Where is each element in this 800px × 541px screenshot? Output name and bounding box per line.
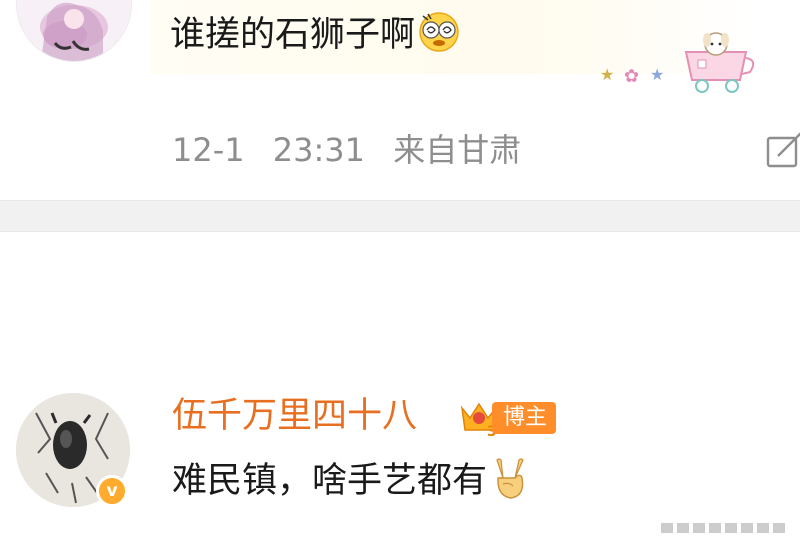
comment-text-content: 难民镇，啥手艺都有 <box>172 461 488 501</box>
comment-text: 难民镇，啥手艺都有 <box>172 456 531 505</box>
tea-cup-dog-sticker: ★ ✿ ★ <box>598 28 758 94</box>
comment-meta: 12-1 23:31 来自甘肃 <box>172 128 521 172</box>
avatar[interactable] <box>16 0 132 62</box>
comment-location: 来自甘肃 <box>393 131 522 169</box>
blogger-badge: 博主 <box>492 402 557 434</box>
dizzy-face-emoji-icon <box>417 10 461 54</box>
edit-icon[interactable] <box>764 130 800 170</box>
verified-badge-icon: v <box>96 475 128 507</box>
comment-date: 12-1 <box>172 131 245 169</box>
svg-text:★: ★ <box>600 65 614 84</box>
comment-time: 23:31 <box>272 131 366 169</box>
victory-hand-emoji-icon <box>489 456 531 500</box>
comment-username[interactable]: 伍千万里四十八 <box>172 393 417 439</box>
scroll-indicator <box>661 520 793 534</box>
svg-text:★: ★ <box>650 65 664 84</box>
comment-text-content: 谁搓的石狮子啊 <box>170 15 416 55</box>
section-divider <box>0 200 800 232</box>
comment-text: 谁搓的石狮子啊 <box>170 10 461 59</box>
svg-text:✿: ✿ <box>624 66 639 87</box>
comment-item: 谁搓的石狮子啊 ★ ✿ ★ 12-1 23:31 来自甘肃 <box>0 0 800 200</box>
